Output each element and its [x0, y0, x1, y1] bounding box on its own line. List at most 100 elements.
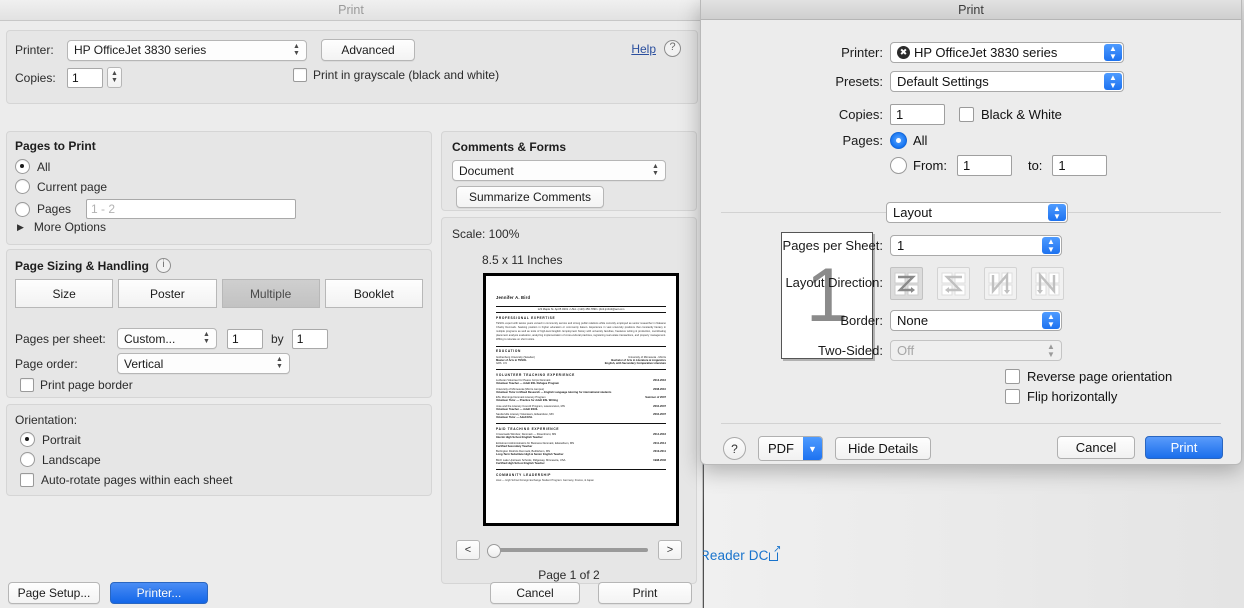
layout-direction-group[interactable] — [890, 267, 1064, 300]
print-page-border-row[interactable]: Print page border — [20, 378, 133, 392]
radio-pages-range[interactable] — [890, 157, 907, 174]
macos-cancel-button[interactable]: Cancel — [1057, 436, 1135, 459]
chevron-down-icon[interactable]: ▼ — [803, 437, 822, 460]
radio-pages-label: Pages — [37, 202, 72, 216]
pages-per-sheet-select[interactable]: Custom... ▲ ▼ — [117, 328, 217, 349]
macos-pages-per-sheet-select[interactable]: 1 ▲ ▼ — [890, 235, 1062, 256]
page-setup-button[interactable]: Page Setup... — [8, 582, 100, 604]
segment-booklet[interactable]: Booklet — [324, 279, 423, 308]
macos-pages-all-option[interactable]: All — [890, 132, 927, 149]
reader-dc-link[interactable]: Reader DC — [700, 545, 781, 563]
printer-button-label: Printer... — [136, 586, 182, 600]
macos-print-button[interactable]: Print — [1145, 436, 1223, 459]
border-value: None — [897, 313, 929, 328]
layout-direction-z-left-icon[interactable] — [937, 267, 970, 300]
pdf-button[interactable]: PDF ▼ — [758, 436, 823, 461]
page-slider[interactable] — [487, 544, 648, 558]
black-and-white-checkbox[interactable] — [959, 107, 974, 122]
radio-pages[interactable] — [15, 201, 30, 217]
acrobat-print-button[interactable]: Print — [598, 582, 692, 604]
prev-page-button[interactable]: < — [456, 540, 480, 560]
resume-entry-left: Long-Term Substitute High & Senior Engli… — [496, 453, 564, 457]
print-grayscale-checkbox[interactable] — [293, 68, 307, 82]
black-and-white-row[interactable]: Black & White — [959, 107, 1062, 122]
more-options-disclosure[interactable]: ▶ More Options — [17, 220, 106, 234]
document-page-preview[interactable]: Jennifer A. Bird 123 Maple St. Apt B #20… — [483, 273, 679, 526]
reverse-page-orientation-row[interactable]: Reverse page orientation — [1005, 369, 1172, 384]
pages-to-value: 1 — [1058, 158, 1066, 173]
help-link[interactable]: Help — [631, 42, 656, 56]
print-page-border-checkbox[interactable] — [20, 378, 34, 392]
printer-button[interactable]: Printer... — [110, 582, 208, 604]
pages-to-print-title: Pages to Print — [15, 139, 96, 153]
resume-section-heading: COMMUNITY LEADERSHIP — [496, 472, 552, 477]
printer-select[interactable]: HP OfficeJet 3830 series ▲ ▼ — [67, 39, 307, 61]
pages-range-input[interactable]: 1 - 2 — [86, 199, 297, 219]
copies-stepper[interactable]: ▲ ▼ — [107, 67, 122, 88]
page-setup-label: Page Setup... — [17, 586, 91, 600]
pages-per-sheet-label: Pages per sheet: — [15, 331, 106, 346]
resume-entry-date: 2013-2016 — [653, 379, 666, 383]
pages-to-print-option-pages[interactable]: Pages 1 - 2 — [15, 199, 297, 219]
pages-to-print-option-all[interactable]: All — [15, 159, 50, 174]
pages-per-sheet-rows-input[interactable]: 1 — [291, 328, 328, 349]
radio-current-page[interactable] — [15, 179, 30, 194]
advanced-button[interactable]: Advanced — [321, 39, 415, 61]
radio-portrait[interactable] — [20, 432, 35, 447]
radio-pages-all[interactable] — [890, 132, 907, 149]
flip-horizontally-checkbox[interactable] — [1005, 389, 1020, 404]
border-select[interactable]: None ▲ ▼ — [890, 310, 1062, 331]
acrobat-cancel-button[interactable]: Cancel — [490, 582, 580, 604]
layout-direction-z-right-icon[interactable] — [890, 267, 923, 300]
macos-copies-input[interactable]: 1 — [890, 104, 945, 125]
pages-to-print-panel: Pages to Print All Current page Pages 1 … — [6, 131, 432, 245]
macos-pages-per-sheet-value: 1 — [897, 238, 905, 253]
resume-entry-date: 2004-2007 — [653, 404, 666, 408]
page-order-select[interactable]: Vertical ▲ ▼ — [117, 353, 290, 374]
macos-presets-select[interactable]: Default Settings ▲ ▼ — [890, 71, 1124, 92]
copies-input[interactable]: 1 — [67, 67, 103, 88]
border-label: Border: — [840, 313, 883, 328]
info-icon[interactable]: i — [156, 258, 172, 273]
hide-details-button[interactable]: Hide Details — [835, 437, 932, 460]
orientation-option-landscape[interactable]: Landscape — [20, 452, 101, 467]
macos-presets-value: Default Settings — [897, 74, 989, 89]
external-link-icon — [769, 545, 781, 561]
macos-dialog-title: Print — [958, 2, 984, 17]
layout-direction-n-down-left-icon[interactable] — [1031, 267, 1064, 300]
pages-from-input[interactable]: 1 — [956, 155, 1012, 176]
question-mark-icon[interactable]: ? — [664, 40, 681, 57]
macos-help-button[interactable]: ? — [723, 437, 746, 460]
next-page-button[interactable]: > — [658, 540, 682, 560]
auto-rotate-row[interactable]: Auto-rotate pages within each sheet — [20, 473, 232, 487]
comments-forms-select[interactable]: Document ▲ ▼ — [452, 160, 666, 181]
summarize-comments-button[interactable]: Summarize Comments — [456, 186, 604, 208]
pages-per-sheet-columns-value: 1 — [232, 331, 239, 346]
orientation-option-portrait[interactable]: Portrait — [20, 432, 81, 447]
macos-printer-select[interactable]: ✖ HP OfficeJet 3830 series ▲ ▼ — [890, 42, 1124, 63]
radio-all[interactable] — [15, 159, 30, 174]
print-page-border-label: Print page border — [40, 378, 133, 392]
page-order-value: Vertical — [124, 356, 164, 371]
flip-horizontally-row[interactable]: Flip horizontally — [1005, 389, 1117, 404]
page-sizing-panel: Page Sizing & Handling i Size Poster Mul… — [6, 249, 432, 398]
resume-section-heading: EDUCATION — [496, 349, 522, 354]
resume-entry-left: GPA: 3.9 — [496, 361, 507, 365]
auto-rotate-checkbox[interactable] — [20, 473, 34, 487]
pages-to-input[interactable]: 1 — [1052, 155, 1108, 176]
page-sizing-segmented-control[interactable]: Size Poster Multiple Booklet — [15, 279, 423, 308]
prev-page-label: < — [464, 544, 472, 556]
print-pane-select[interactable]: Layout ▲ ▼ — [886, 202, 1068, 223]
layout-direction-n-down-right-icon[interactable] — [984, 267, 1017, 300]
radio-landscape[interactable] — [20, 452, 35, 467]
print-preview-panel: Scale: 100% 8.5 x 11 Inches Jennifer A. … — [441, 217, 697, 584]
page-order-label: Page order: — [15, 356, 78, 371]
pages-per-sheet-columns-input[interactable]: 1 — [227, 328, 263, 349]
pages-to-print-option-current[interactable]: Current page — [15, 179, 107, 194]
radio-landscape-label: Landscape — [42, 452, 101, 467]
page-slider-thumb[interactable] — [487, 544, 501, 558]
segment-multiple[interactable]: Multiple — [221, 279, 320, 308]
reverse-page-orientation-checkbox[interactable] — [1005, 369, 1020, 384]
segment-size[interactable]: Size — [15, 279, 114, 308]
segment-poster[interactable]: Poster — [118, 279, 217, 308]
